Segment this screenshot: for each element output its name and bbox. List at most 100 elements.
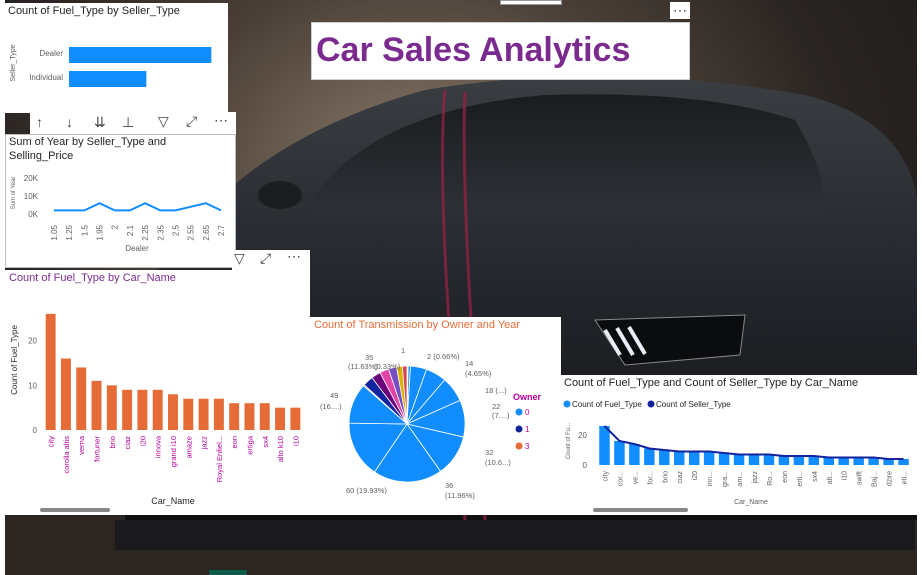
x-tick: 2.1: [126, 224, 135, 236]
bar[interactable]: [229, 403, 240, 430]
drill-hierarchy-icon[interactable]: ⊥: [122, 114, 134, 131]
series-line[interactable]: [54, 202, 222, 212]
data-label: (0.33%): [374, 362, 401, 371]
y-tick: 20: [578, 431, 587, 440]
data-label: 22: [492, 402, 500, 411]
bar[interactable]: [823, 457, 834, 466]
bar[interactable]: [290, 407, 301, 430]
x-axis-label: Car_Name: [151, 496, 195, 506]
scrollbar: [593, 508, 688, 512]
category-label: swift: [857, 471, 864, 485]
bar[interactable]: [838, 457, 849, 466]
bar[interactable]: [674, 451, 685, 466]
data-label: (7....): [492, 411, 510, 420]
category-label: eon: [230, 436, 239, 449]
category-label: innova: [154, 435, 163, 458]
bar[interactable]: [183, 398, 194, 430]
bar[interactable]: [122, 389, 133, 430]
data-label: 36: [445, 481, 453, 490]
legend-label[interactable]: Count of Seller_Type: [656, 400, 731, 409]
focus-mode-icon[interactable]: ⤢: [186, 113, 197, 130]
combo-chart: Count of Fuel_Type Count of Seller_Type C…: [563, 400, 909, 512]
bar[interactable]: [60, 358, 71, 430]
bar[interactable]: [198, 398, 209, 430]
category-label: verna: [77, 435, 86, 455]
category-label: am...: [737, 471, 744, 487]
bar[interactable]: [853, 457, 864, 466]
bar[interactable]: [275, 407, 286, 430]
y-tick: 10K: [24, 192, 39, 201]
data-label: 2 (0.66%): [427, 352, 460, 361]
category-label: Individual: [29, 73, 63, 82]
year-line-panel[interactable]: Sum of Year by Seller_Type and Selling_P…: [5, 134, 236, 268]
car-name-toolbar: ▽ ⤢ ⋯: [232, 248, 310, 270]
transmission-pie-panel[interactable]: Count of Transmission by Owner and Year …: [310, 317, 561, 515]
bar[interactable]: [168, 394, 178, 430]
bar[interactable]: [91, 380, 102, 430]
filter-icon[interactable]: ▽: [234, 250, 245, 267]
bar[interactable]: [106, 385, 117, 430]
bar[interactable]: [688, 451, 700, 466]
bar[interactable]: [45, 313, 56, 430]
legend-marker: [647, 400, 655, 408]
data-label: 1: [401, 346, 405, 355]
bar[interactable]: [733, 454, 745, 466]
legend-label[interactable]: 0: [525, 408, 530, 417]
bar[interactable]: [718, 453, 730, 465]
car-name-chart: Count of Fuel_Type 20 10 0 city corolla alti…: [10, 313, 301, 512]
legend-label[interactable]: 3: [525, 442, 530, 451]
bar[interactable]: [644, 448, 655, 466]
legend-marker: [515, 425, 523, 433]
bar[interactable]: [152, 389, 163, 430]
category-label: jazz: [752, 471, 759, 485]
bar[interactable]: [599, 426, 610, 465]
report-title-card: Car Sales Analytics: [311, 22, 690, 80]
bar[interactable]: [244, 403, 255, 430]
bar[interactable]: [614, 441, 625, 465]
car-name-bar-panel[interactable]: Count of Fuel_Type by Car_Name Count of …: [5, 270, 310, 515]
bar[interactable]: [793, 456, 805, 465]
data-label: 60 (19.93%): [346, 486, 387, 495]
more-options-icon[interactable]: ⋯: [214, 112, 228, 129]
legend-label[interactable]: Count of Fuel_Type: [572, 400, 642, 409]
page-tab-indicator[interactable]: [209, 570, 247, 575]
focus-mode-icon[interactable]: ⤢: [260, 250, 271, 267]
title-more-options-icon[interactable]: ⋯: [670, 2, 690, 19]
bar[interactable]: [763, 454, 775, 466]
expand-all-down-icon[interactable]: ⇊: [94, 114, 106, 131]
more-options-icon[interactable]: ⋯: [287, 248, 301, 265]
bar[interactable]: [778, 456, 790, 465]
category-label: ciaz: [123, 436, 132, 450]
arrow-down-icon[interactable]: ↓: [66, 114, 73, 130]
visual-header-toolbar: ↑ ↓ ⇊ ⊥ ▽ ⤢ ⋯: [30, 112, 236, 134]
bar[interactable]: [213, 398, 224, 430]
bar[interactable]: [137, 389, 148, 430]
legend-label[interactable]: 1: [525, 425, 530, 434]
seller-type-bar-panel[interactable]: Count of Fuel_Type by Seller_Type Seller…: [5, 3, 228, 113]
bar[interactable]: [259, 403, 270, 430]
category-label: cor...: [617, 471, 624, 486]
bar[interactable]: [69, 71, 147, 87]
y-axis-label: Seller_Type: [10, 44, 17, 81]
year-line-chart: Sum of Year 20K 10K 0K 1.05 1.25 1.5 1.95 2 2.1 2…: [11, 174, 226, 253]
fuel-seller-combo-panel[interactable]: Count of Fuel_Type and Count of Seller_T…: [561, 375, 917, 515]
category-label: inn...: [707, 471, 714, 486]
bar[interactable]: [76, 367, 87, 430]
bar[interactable]: [69, 47, 212, 63]
category-label: amaze: [184, 436, 193, 459]
filter-icon[interactable]: ▽: [158, 113, 169, 130]
data-label: (16....): [320, 402, 342, 411]
category-label: sx4: [812, 471, 819, 482]
bar[interactable]: [629, 444, 640, 465]
category-label: ertiga: [245, 435, 254, 455]
x-tick: 2.65: [202, 224, 211, 240]
bar[interactable]: [748, 454, 760, 466]
x-tick: 2.5: [171, 224, 180, 236]
bar[interactable]: [659, 450, 670, 465]
arrow-up-icon[interactable]: ↑: [36, 114, 43, 130]
x-tick: 2.55: [187, 224, 196, 240]
category-label: erti...: [797, 471, 804, 487]
report-title: Car Sales Analytics: [316, 31, 631, 69]
bar[interactable]: [703, 451, 715, 466]
category-label: i20: [138, 436, 147, 446]
